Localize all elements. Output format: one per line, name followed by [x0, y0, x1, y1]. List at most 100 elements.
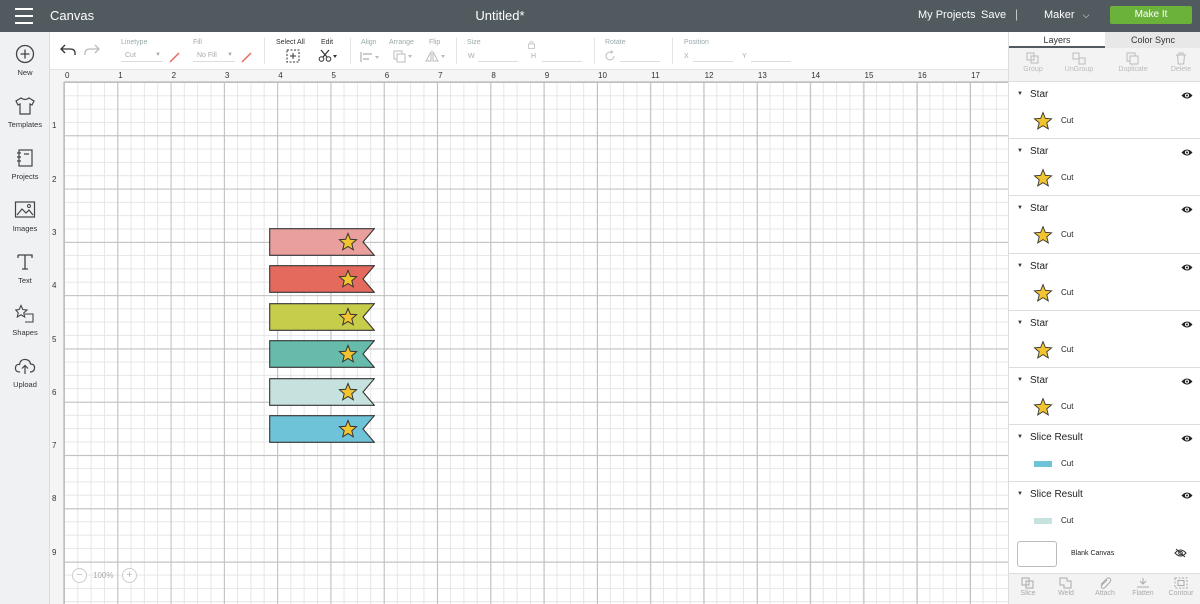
layer-item[interactable]: Cut — [1009, 278, 1200, 310]
caret-down-icon[interactable]: ▼ — [1017, 91, 1023, 97]
linetype-color-swatch-icon[interactable] — [168, 51, 181, 64]
sidebar-item-upload[interactable]: Upload — [0, 356, 50, 404]
flag-banner[interactable] — [269, 415, 375, 443]
layer-header[interactable]: ▼ Star — [1009, 311, 1200, 335]
layer-group: ▼ Star Cut — [1009, 82, 1200, 140]
weld-icon — [1059, 577, 1072, 589]
layer-operation: Cut — [1061, 230, 1074, 240]
caret-down-icon[interactable]: ▼ — [1017, 263, 1023, 269]
rotate-label: Rotate — [605, 39, 626, 46]
slice-button[interactable]: Slice — [1009, 577, 1047, 597]
left-sidebar: New Templates Projects Images Text Shape… — [0, 32, 50, 604]
sidebar-item-templates[interactable]: Templates — [0, 96, 50, 144]
x-label: X — [684, 53, 689, 60]
y-label: Y — [742, 53, 747, 60]
layer-item[interactable]: Cut — [1009, 220, 1200, 252]
layer-item[interactable]: Cut — [1009, 449, 1200, 481]
contour-button[interactable]: Contour — [1162, 577, 1200, 597]
layer-name: Star — [1030, 146, 1049, 158]
delete-button[interactable]: Delete — [1157, 50, 1200, 73]
caret-down-icon[interactable]: ▼ — [1017, 205, 1023, 211]
weld-button[interactable]: Weld — [1047, 577, 1085, 597]
layer-header[interactable]: ▼ Star — [1009, 139, 1200, 163]
layer-item[interactable]: Cut — [1009, 392, 1200, 424]
layer-item[interactable]: Cut — [1009, 506, 1200, 538]
design-canvas[interactable]: 0 1 2 3 4 5 6 7 8 9 10 11 12 13 14 15 16 17 123456789 − 1… — [50, 70, 1008, 604]
layer-header[interactable]: ▼ Slice Result — [1009, 482, 1200, 506]
layer-header[interactable]: ▼ Star — [1009, 82, 1200, 106]
undo-icon[interactable] — [60, 43, 76, 57]
redo-icon[interactable] — [84, 43, 100, 57]
eye-icon[interactable] — [1181, 263, 1193, 272]
eye-icon[interactable] — [1181, 491, 1193, 500]
sidebar-item-new[interactable]: New — [0, 44, 50, 92]
eye-icon[interactable] — [1181, 434, 1193, 443]
select-all-icon[interactable] — [286, 49, 300, 63]
eye-hidden-icon[interactable] — [1174, 548, 1187, 558]
flag-banner[interactable] — [269, 228, 375, 256]
sidebar-item-images[interactable]: Images — [0, 200, 50, 248]
layer-group: ▼ Star Cut — [1009, 196, 1200, 254]
align-icon[interactable] — [360, 51, 380, 63]
width-input[interactable] — [478, 50, 518, 62]
arrange-icon[interactable] — [393, 50, 413, 63]
tab-layers[interactable]: Layers — [1009, 32, 1105, 48]
layer-header[interactable]: ▼ Star — [1009, 254, 1200, 278]
zoom-in-button[interactable]: + — [122, 568, 137, 583]
sidebar-item-projects[interactable]: Projects — [0, 148, 50, 196]
eye-icon[interactable] — [1181, 91, 1193, 100]
group-button[interactable]: Group — [1009, 50, 1057, 73]
flatten-button[interactable]: Flatten — [1124, 577, 1162, 597]
flag-banner[interactable] — [269, 340, 375, 369]
scissors-edit-icon[interactable] — [318, 49, 338, 63]
eye-icon[interactable] — [1181, 148, 1193, 157]
vertical-ruler: 1 2 3 4 5 6 7 8 9 — [50, 82, 64, 604]
layer-item[interactable]: Cut — [1009, 106, 1200, 138]
duplicate-button[interactable]: Duplicate — [1109, 50, 1157, 73]
linetype-select[interactable]: Cut ▼ — [121, 50, 163, 62]
star-icon — [1033, 168, 1053, 188]
tab-color-sync[interactable]: Color Sync — [1105, 32, 1200, 48]
canvas-grid[interactable] — [64, 82, 1008, 604]
caret-down-icon[interactable]: ▼ — [1017, 377, 1023, 383]
caret-down-icon[interactable]: ▼ — [1017, 148, 1023, 154]
document-title[interactable]: Untitled* — [0, 8, 1000, 23]
zoom-out-button[interactable]: − — [72, 568, 87, 583]
layer-header[interactable]: ▼ Star — [1009, 196, 1200, 220]
flip-icon[interactable] — [425, 50, 447, 63]
my-projects-link[interactable]: My Projects — [918, 9, 975, 21]
y-input[interactable] — [751, 50, 791, 62]
lock-icon[interactable] — [527, 40, 536, 49]
height-input[interactable] — [542, 50, 582, 62]
flag-banner[interactable] — [269, 377, 375, 406]
make-it-button[interactable]: Make It — [1110, 6, 1192, 24]
eye-icon[interactable] — [1181, 320, 1193, 329]
text-t-icon — [17, 254, 33, 270]
machine-selector[interactable]: Maker ⌵ — [1044, 9, 1089, 21]
ungroup-button[interactable]: UnGroup — [1055, 50, 1103, 73]
caret-down-icon[interactable]: ▼ — [1017, 320, 1023, 326]
layer-header[interactable]: ▼ Slice Result — [1009, 425, 1200, 449]
flag-banner[interactable] — [269, 302, 375, 331]
sidebar-item-shapes[interactable]: Shapes — [0, 304, 50, 352]
sidebar-item-text[interactable]: Text — [0, 252, 50, 300]
attach-button[interactable]: Attach — [1086, 577, 1124, 597]
fill-select[interactable]: No Fill ▼ — [193, 50, 235, 62]
eye-icon[interactable] — [1181, 377, 1193, 386]
caret-down-icon[interactable]: ▼ — [1017, 491, 1023, 497]
layer-header[interactable]: ▼ Star — [1009, 368, 1200, 392]
flag-banner[interactable] — [269, 265, 375, 294]
caret-down-icon[interactable]: ▼ — [1017, 434, 1023, 440]
x-input[interactable] — [693, 50, 733, 62]
save-link[interactable]: Save — [981, 9, 1006, 21]
layer-item[interactable]: Cut — [1009, 163, 1200, 195]
blank-canvas-swatch[interactable] — [1017, 541, 1057, 567]
fill-color-swatch-icon[interactable] — [240, 51, 253, 64]
rotate-input[interactable] — [620, 50, 660, 62]
ruler-tick-x: 4 — [278, 71, 283, 80]
plus-circle-icon — [15, 44, 35, 64]
eye-icon[interactable] — [1181, 205, 1193, 214]
layer-operation: Cut — [1061, 287, 1074, 297]
sidebar-label-templates: Templates — [7, 120, 43, 129]
layer-item[interactable]: Cut — [1009, 335, 1200, 367]
